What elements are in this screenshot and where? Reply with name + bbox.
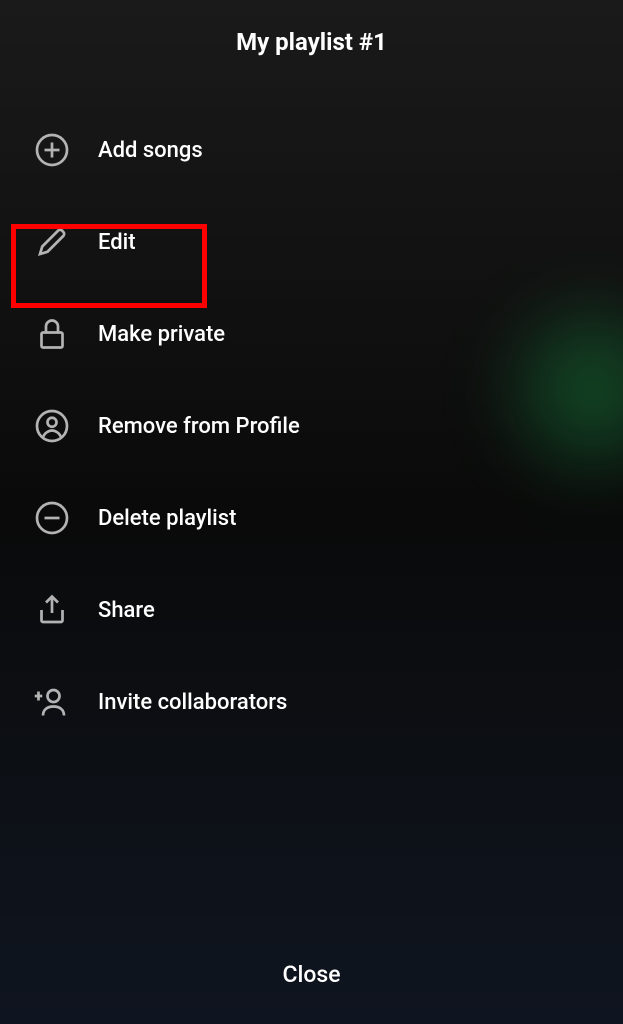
menu-item-label: Edit	[98, 230, 136, 255]
minus-circle-icon	[34, 500, 70, 536]
pencil-icon	[34, 224, 70, 260]
menu-item-label: Add songs	[98, 138, 203, 163]
share-button[interactable]: Share	[0, 564, 623, 656]
add-person-icon	[34, 684, 70, 720]
context-menu: Add songs Edit Make private Remove from …	[0, 104, 623, 748]
plus-circle-icon	[34, 132, 70, 168]
close-button[interactable]: Close	[0, 961, 623, 988]
menu-item-label: Share	[98, 598, 155, 623]
profile-remove-icon	[34, 408, 70, 444]
share-icon	[34, 592, 70, 628]
make-private-button[interactable]: Make private	[0, 288, 623, 380]
menu-item-label: Delete playlist	[98, 506, 236, 531]
invite-collaborators-button[interactable]: Invite collaborators	[0, 656, 623, 748]
menu-item-label: Invite collaborators	[98, 690, 287, 715]
delete-playlist-button[interactable]: Delete playlist	[0, 472, 623, 564]
menu-item-label: Remove from Profile	[98, 414, 300, 439]
lock-icon	[34, 316, 70, 352]
page-title: My playlist #1	[0, 0, 623, 104]
menu-item-label: Make private	[98, 322, 225, 347]
add-songs-button[interactable]: Add songs	[0, 104, 623, 196]
edit-button[interactable]: Edit	[0, 196, 623, 288]
remove-from-profile-button[interactable]: Remove from Profile	[0, 380, 623, 472]
